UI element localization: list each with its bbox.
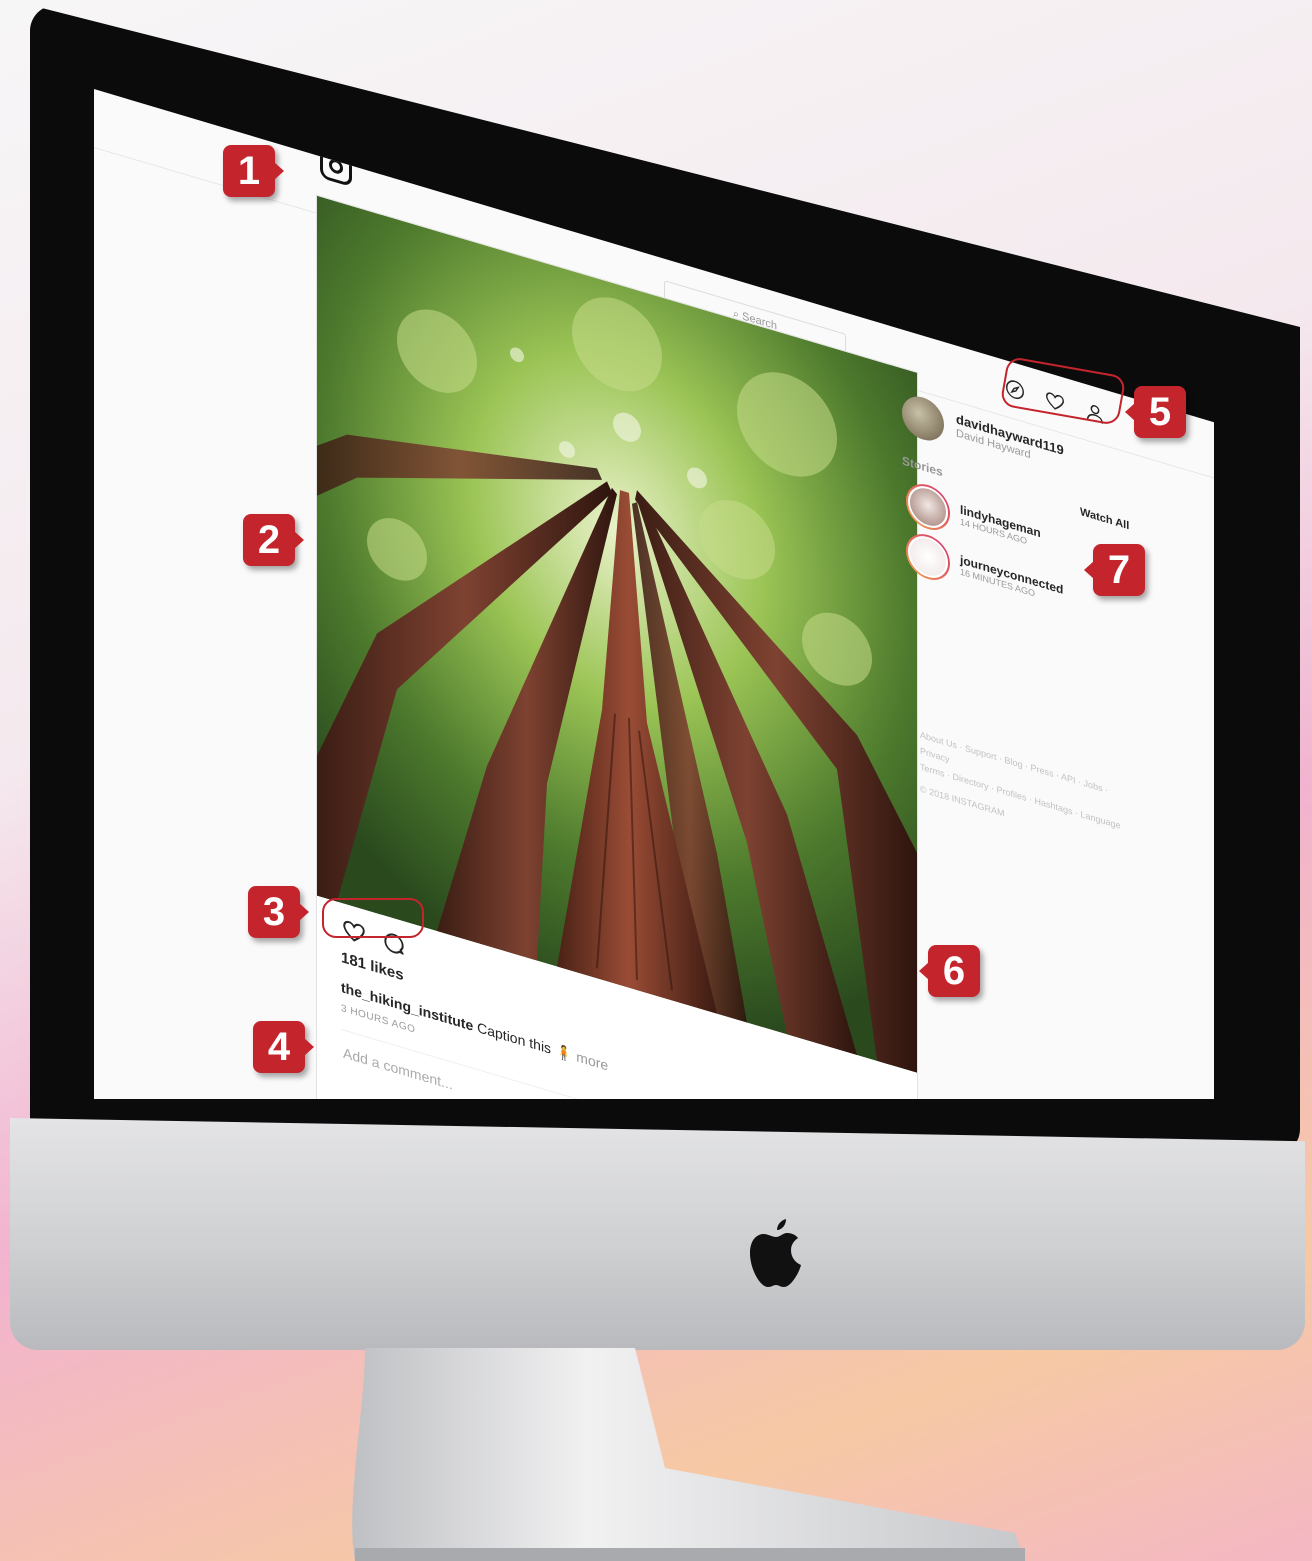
callout-badge-5: 5 [1125,386,1186,438]
callout-highlight-post-actions [322,898,424,938]
watch-all-link[interactable]: Watch All [1080,506,1129,533]
callout-badge-3: 3 [248,886,309,938]
story-avatar [908,531,948,583]
caption-more-link[interactable]: more [576,1048,608,1073]
callout-badge-4: 4 [253,1021,314,1073]
callout-badge-6: 6 [919,945,980,997]
callout-badge-7: 7 [1084,544,1145,596]
imac-stand [352,1348,1025,1561]
footer: About Us · Support · Blog · Press · API … [920,727,1130,859]
callout-badge-1: 1 [223,145,284,197]
callout-badge-2: 2 [243,514,304,566]
caption-text: Caption this 🧍 [477,1019,573,1064]
story-avatar [908,481,948,533]
imac-chin [10,1118,1305,1350]
apple-logo-icon [750,1219,801,1287]
